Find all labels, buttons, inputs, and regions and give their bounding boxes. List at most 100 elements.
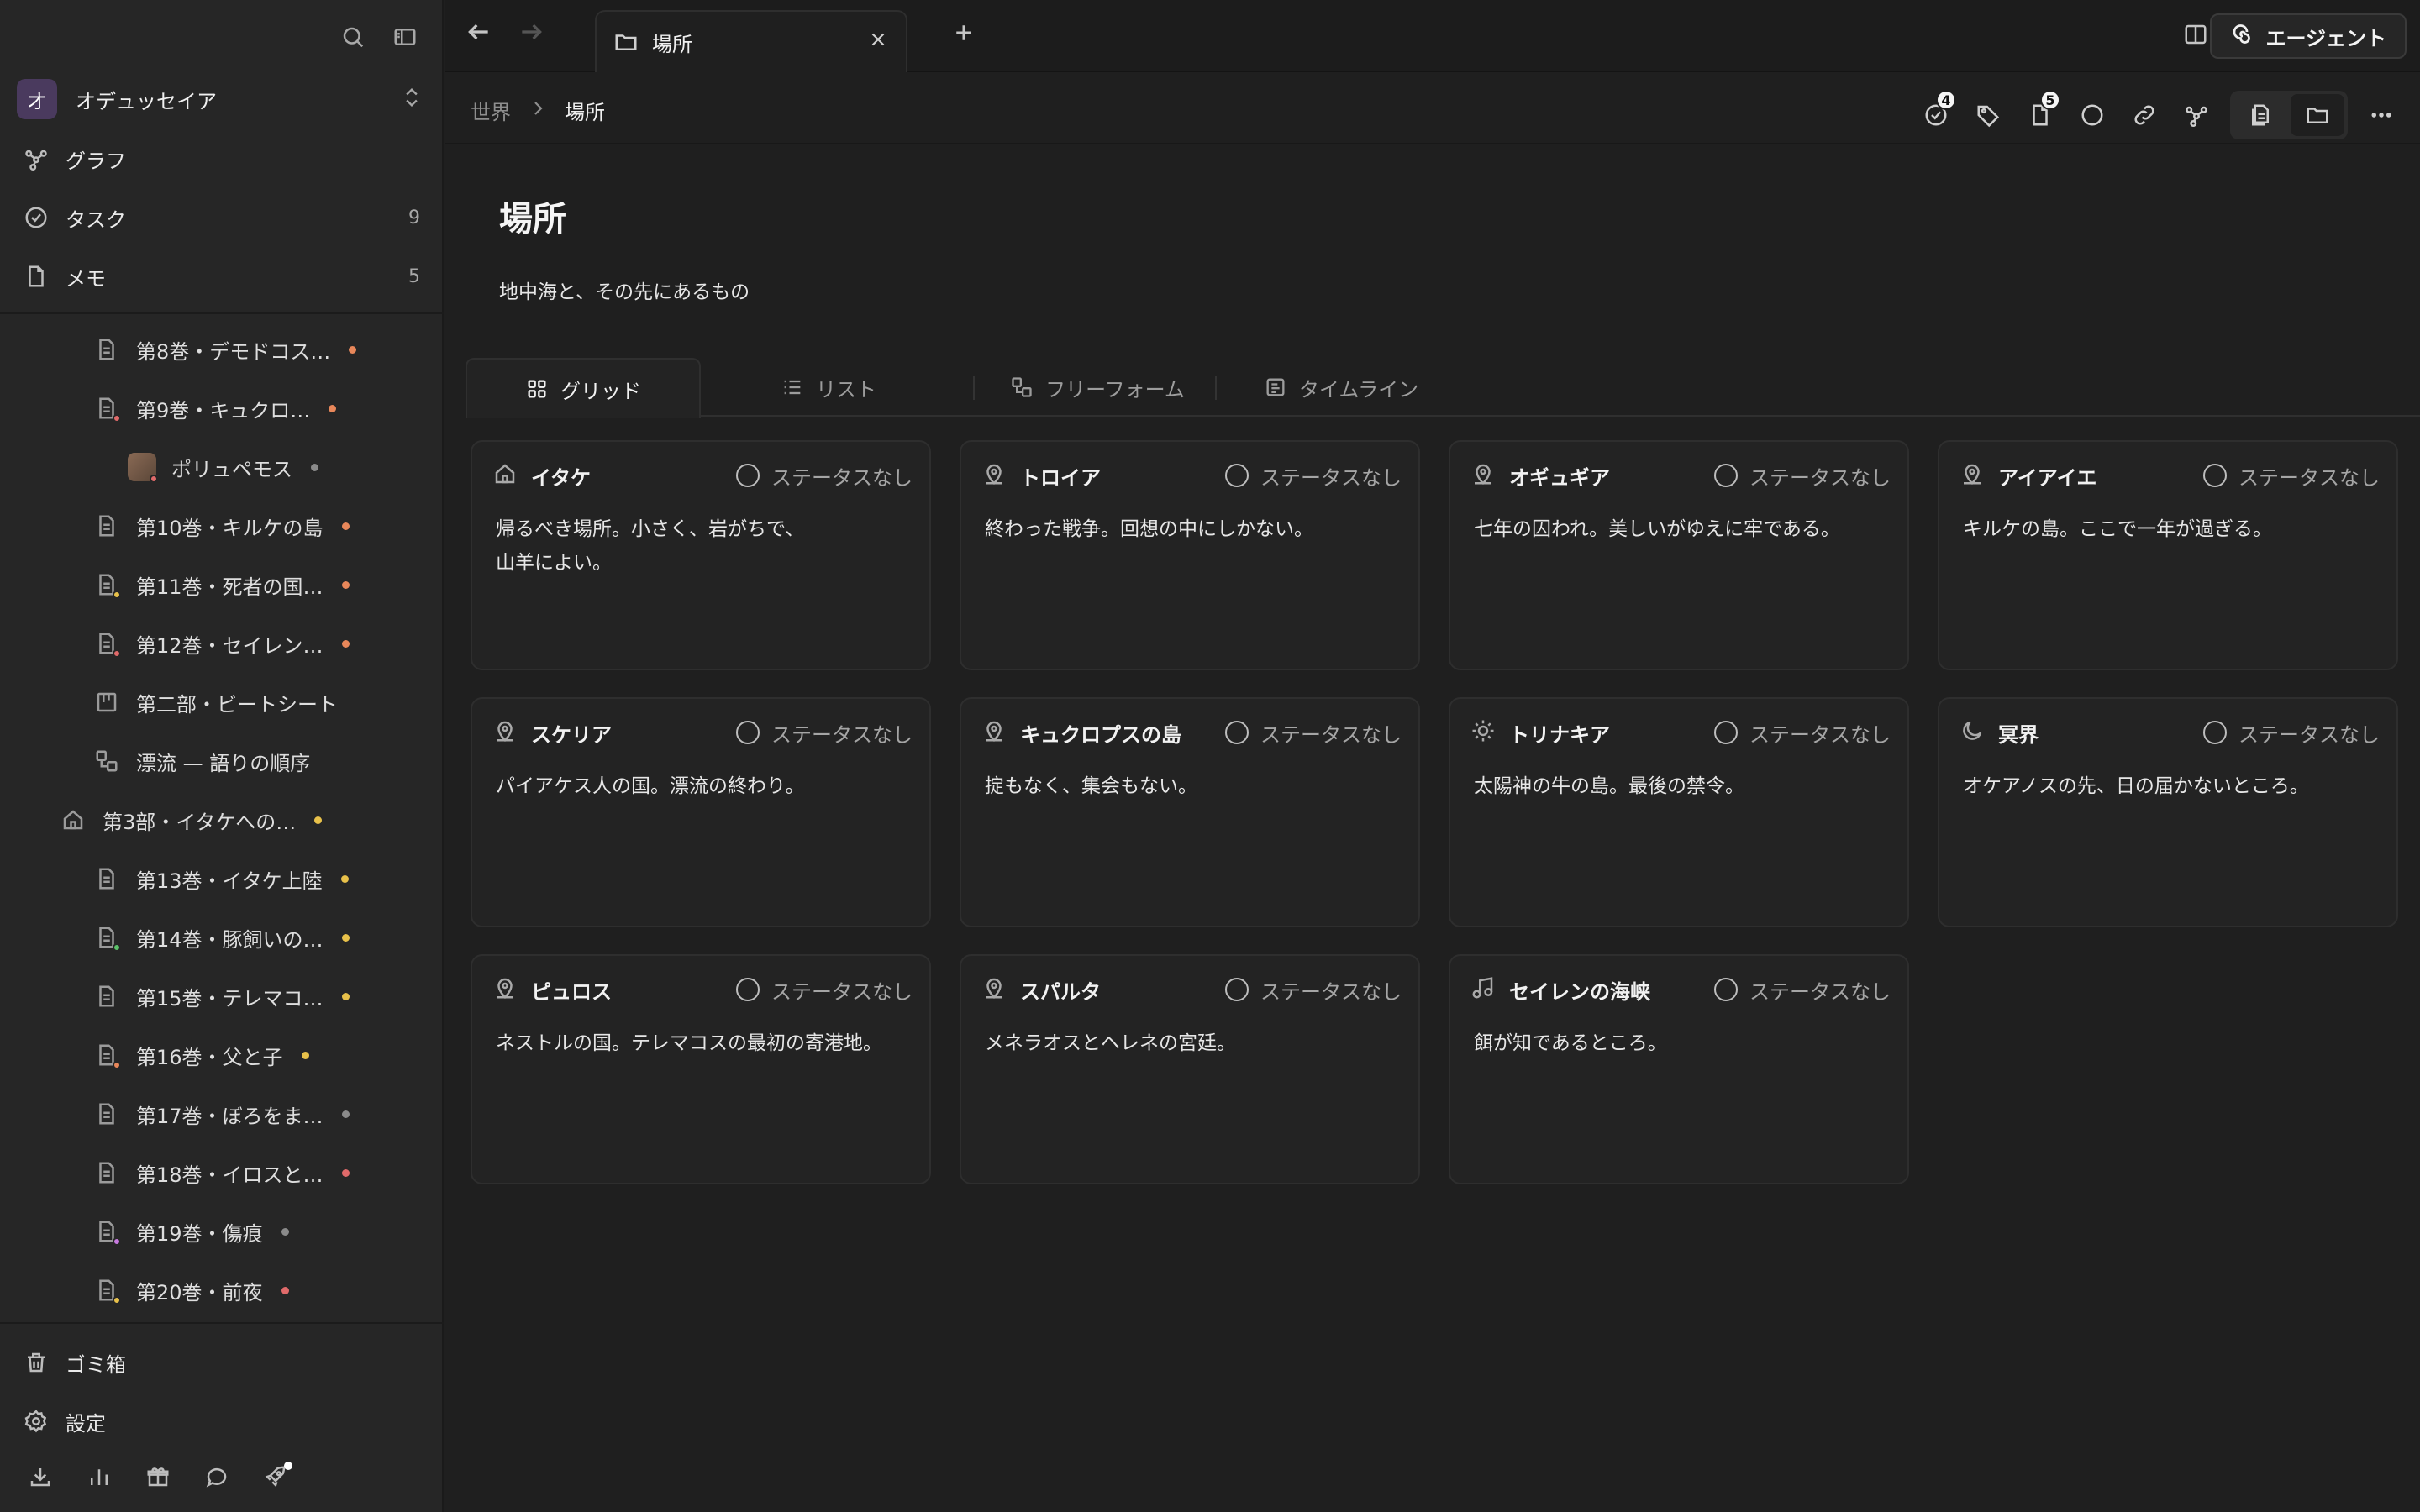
place-card[interactable]: 冥界 ステータスなし オケアノスの先、日の届かないところ。 [1938,697,2398,927]
status-label: ステータスなし [1749,465,1891,490]
graph-icon [25,150,47,171]
sidebar-item-settings[interactable]: 設定 [24,1403,106,1440]
document-icon [94,1278,121,1305]
tree-item[interactable]: 漂流 — 語りの順序 [94,743,310,780]
graph-tool[interactable] [2178,97,2215,134]
gift-icon[interactable] [141,1460,175,1494]
agent-button[interactable]: エージェント [2210,13,2407,59]
tree-item[interactable]: 第11巻・死者の国… [94,566,350,603]
more-options[interactable] [2363,97,2400,134]
location-icon [1960,461,1998,490]
link-tool[interactable] [2126,97,2163,134]
stats-icon[interactable] [82,1460,116,1494]
back-arrow-icon[interactable] [466,18,492,49]
card-title: スケリア [531,722,612,747]
status-label: ステータスなし [1749,722,1891,747]
status-selector[interactable]: ステータスなし [736,718,913,748]
folder-icon [2307,108,2328,123]
tab-list[interactable]: リスト [709,358,948,417]
forward-arrow-icon[interactable] [518,18,544,49]
search-icon[interactable] [336,20,370,54]
folder-view-button[interactable] [2291,94,2344,136]
place-card[interactable]: スケリア ステータスなし パイアケス人の国。漂流の終わり。 [471,697,931,927]
notes-tool[interactable]: 5 [2022,90,2060,134]
tasks-tool[interactable]: 4 [1918,90,1956,134]
tree-item-label: 第16巻・父と子 [136,1045,283,1069]
tree-item[interactable]: 第二部・ビートシート [94,684,338,721]
tab-label: フリーフォーム [1045,377,1185,402]
tree-item[interactable]: ポリュペモス [128,449,318,486]
tree-item[interactable]: 第18巻・イロスと… [94,1154,350,1191]
tree-item[interactable]: 第10巻・キルケの島 [94,507,350,544]
sidebar-item-label: タスク [66,207,126,232]
workspace-switcher[interactable]: オ オデュッセイア [17,79,424,119]
place-card[interactable]: オギュギア ステータスなし 七年の囚われ。美しいがゆえに牢である。 [1449,440,1909,670]
status-dot [341,933,350,942]
split-view-icon[interactable] [2183,22,2208,50]
status-selector[interactable]: ステータスなし [1225,461,1402,491]
close-icon[interactable] [867,29,889,55]
tree-item[interactable]: 第12巻・セイレン… [94,625,350,662]
tree-item[interactable]: 第3部・イタケへの… [60,801,323,838]
tag-tool[interactable] [1970,97,2007,134]
rocket-icon[interactable] [259,1460,292,1494]
status-circle-icon [1714,721,1738,744]
status-selector[interactable]: ステータスなし [2203,718,2380,748]
page-title[interactable]: 場所 [499,192,566,240]
place-card[interactable]: アイアイエ ステータスなし キルケの島。ここで一年が過ぎる。 [1938,440,2398,670]
sidebar-item-trash[interactable]: ゴミ箱 [24,1344,126,1381]
location-icon [1470,461,1509,490]
place-card[interactable]: キュクロプスの島 ステータスなし 掟もなく、集会もない。 [960,697,1420,927]
tree-item[interactable]: 第20巻・前夜 [94,1272,289,1309]
badge-dot [113,1296,121,1305]
place-card[interactable]: イタケ ステータスなし 帰るべき場所。小さく、岩がちで、 山羊によい。 [471,440,931,670]
tasks-badge: 4 [1936,90,1956,110]
tab-places[interactable]: 場所 [595,10,908,72]
document-view-button[interactable] [2233,94,2287,136]
place-card[interactable]: トリナキア ステータスなし 太陽神の牛の島。最後の禁令。 [1449,697,1909,927]
status-label: ステータスなし [1260,465,1402,490]
sidebar-toggle-icon[interactable] [388,20,422,54]
sidebar-item-graph[interactable]: グラフ [24,140,420,177]
status-dot [341,522,350,530]
download-icon[interactable] [24,1460,57,1494]
place-card[interactable]: ピュロス ステータスなし ネストルの国。テレマコスの最初の寄港地。 [471,954,931,1184]
tree-item[interactable]: 第15巻・テレマコ… [94,978,350,1015]
tab-timeline[interactable]: タイムライン [1222,358,1460,417]
tree-item[interactable]: 第19巻・傷痕 [94,1213,289,1250]
breadcrumb-parent[interactable]: 世界 [471,96,511,125]
circle-icon [2081,104,2103,126]
place-card[interactable]: トロイア ステータスなし 終わった戦争。回想の中にしかない。 [960,440,1420,670]
status-selector[interactable]: ステータスなし [2203,461,2380,491]
place-card[interactable]: スパルタ ステータスなし メネラオスとヘレネの宮廷。 [960,954,1420,1184]
chat-icon[interactable] [200,1460,234,1494]
tab-separator [1215,376,1217,400]
badge-dot [113,414,121,423]
tree-item-label: 第二部・ビートシート [136,692,338,717]
status-selector[interactable]: ステータスなし [1225,718,1402,748]
status-selector[interactable]: ステータスなし [1714,975,1891,1005]
status-selector[interactable]: ステータスなし [736,461,913,491]
tree-item[interactable]: 第9巻・キュクロ… [94,390,337,427]
tree-item[interactable]: 第8巻・デモドコス… [94,331,357,368]
tree-item[interactable]: 第14巻・豚飼いの… [94,919,350,956]
tree-item[interactable]: 第16巻・父と子 [94,1037,309,1074]
status-selector[interactable]: ステータスなし [1714,718,1891,748]
tab-grid[interactable]: グリッド [466,358,701,418]
place-card[interactable]: セイレンの海峡 ステータスなし 餌が知であるところ。 [1449,954,1909,1184]
tab-freeform[interactable]: フリーフォーム [978,358,1217,417]
tree-item[interactable]: 第13巻・イタケ上陸 [94,860,349,897]
status-selector[interactable]: ステータスなし [1714,461,1891,491]
status-selector[interactable]: ステータスなし [1225,975,1402,1005]
sidebar-item-notes[interactable]: メモ 5 [24,258,420,295]
sidebar-item-tasks[interactable]: タスク 9 [24,199,420,236]
sun-icon [1470,718,1509,747]
page-description[interactable]: 地中海と、その先にあるもの [499,276,750,304]
card-header: 冥界 ステータスなし [1960,717,2380,748]
sidebar-footer [24,1460,292,1494]
status-label: ステータスなし [2238,465,2380,490]
tree-item[interactable]: 第17巻・ぼろをま… [94,1095,350,1132]
status-selector[interactable]: ステータスなし [736,975,913,1005]
add-tab-icon[interactable] [951,20,976,49]
status-tool[interactable] [2074,97,2111,134]
